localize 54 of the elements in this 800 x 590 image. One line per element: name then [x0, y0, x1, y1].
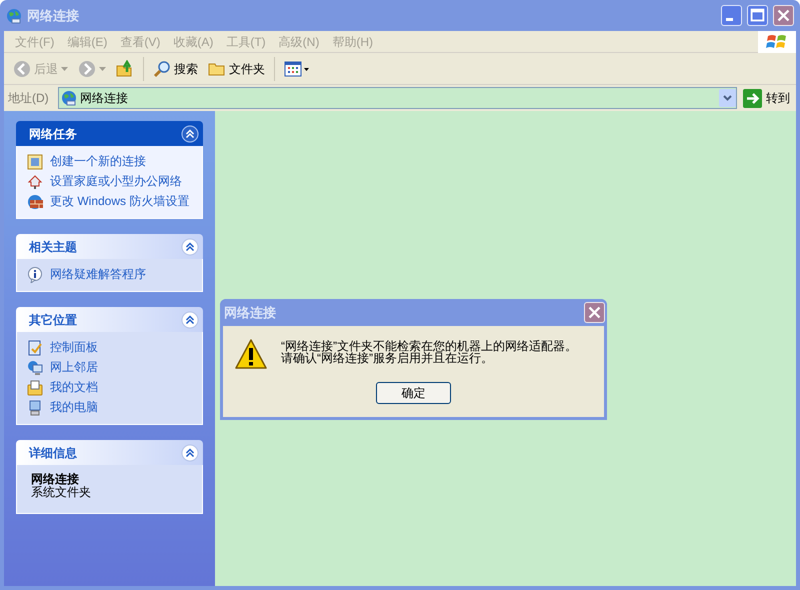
- dropdown-caret-icon: [99, 66, 106, 70]
- ok-button[interactable]: 确定: [376, 382, 451, 404]
- collapse-chevron-icon: [181, 238, 199, 256]
- task-link[interactable]: 控制面板: [50, 340, 98, 353]
- item-type: 系统文件夹: [30, 486, 92, 499]
- task-link[interactable]: 网上邻居: [50, 360, 98, 373]
- folders-button[interactable]: 文件夹: [205, 56, 268, 82]
- task-link[interactable]: 我的电脑: [50, 400, 98, 413]
- folder-icon: [208, 60, 226, 76]
- dropdown-button[interactable]: [719, 89, 736, 107]
- window-title: 网络连接: [27, 6, 80, 25]
- panel-header[interactable]: 相关主题: [16, 234, 203, 259]
- panel-title: 相关主题: [29, 238, 77, 256]
- views-grid-icon: [284, 60, 310, 76]
- info-icon: [27, 267, 43, 283]
- task-link[interactable]: 创建一个新的连接: [50, 154, 146, 167]
- panel-title: 详细信息: [29, 444, 77, 462]
- network-globe-icon: [61, 90, 77, 106]
- panel-header[interactable]: 详细信息: [16, 440, 203, 465]
- warning-icon: [235, 338, 267, 370]
- maximize-button[interactable]: [747, 5, 768, 26]
- task-link[interactable]: 更改 Windows 防火墙设置: [50, 194, 190, 207]
- dialog-title: 网络连接: [224, 304, 276, 322]
- task-link[interactable]: 网络疑难解答程序: [50, 267, 146, 280]
- collapse-chevron-icon: [181, 124, 199, 142]
- minimize-icon: [726, 18, 733, 21]
- minimize-button[interactable]: [721, 5, 742, 26]
- panel-header[interactable]: 其它位置: [16, 307, 203, 332]
- message-text: 请确认“网络连接”服务启用并且在运行。: [281, 352, 493, 364]
- computer-icon: [27, 400, 43, 416]
- close-button[interactable]: [584, 302, 605, 323]
- panel-title: 其它位置: [29, 312, 77, 328]
- close-button[interactable]: [773, 5, 794, 26]
- panel-title: 网络任务: [29, 126, 77, 142]
- panel-header[interactable]: 网络任务: [16, 121, 203, 146]
- dropdown-caret-icon: [61, 66, 68, 70]
- task-link[interactable]: 我的文档: [50, 380, 98, 393]
- task-link[interactable]: 设置家庭或小型办公网络: [50, 174, 182, 187]
- folder-up-arrow-icon: [116, 60, 134, 78]
- collapse-chevron-icon: [181, 444, 199, 462]
- network-computer-icon: [27, 360, 43, 376]
- house-icon: [27, 174, 43, 190]
- go-button[interactable]: 转到: [741, 87, 792, 109]
- document-folder-icon: [27, 380, 43, 396]
- collapse-chevron-icon: [181, 310, 199, 328]
- network-globe-icon: [6, 8, 22, 24]
- address-label: 地址(D): [8, 90, 50, 107]
- item-name: 网络连接: [30, 473, 80, 486]
- search-icon: [153, 60, 171, 78]
- brick-wall-icon: [27, 194, 43, 210]
- message-text: “网络连接”文件夹不能检索在您的机器上的网络适配器。: [281, 340, 577, 352]
- address-field[interactable]: 网络连接: [58, 87, 737, 109]
- windows-flag-logo: [758, 30, 796, 52]
- search-button[interactable]: 搜索: [150, 56, 201, 82]
